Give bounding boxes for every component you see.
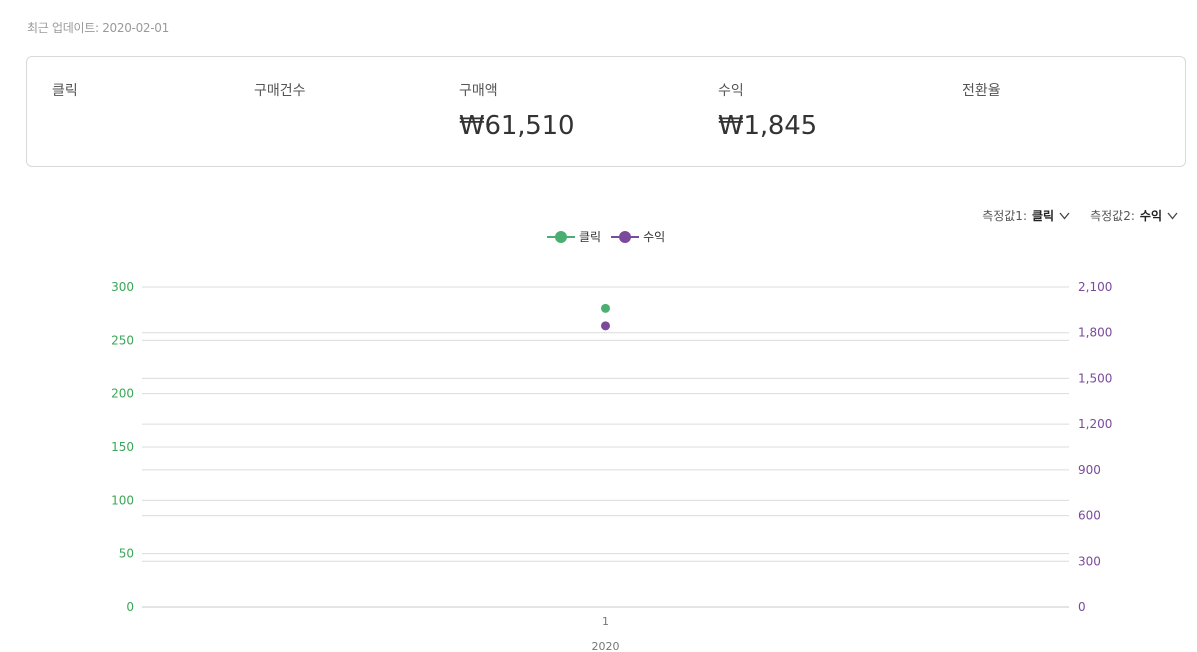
data-point-series1 [601, 303, 610, 313]
y-left-tick-label: 300 [111, 280, 134, 294]
metric-label: 구매건수 [254, 83, 306, 99]
y-right-tick-label: 300 [1078, 554, 1101, 568]
metric-label: 클릭 [52, 83, 78, 99]
y-left-tick-label: 100 [111, 493, 134, 507]
x-tick-label: 1 [602, 615, 609, 628]
legend-label-series1: 클릭 [579, 230, 602, 244]
measure-selectors: 측정값1: 클릭 측정값2: 수익 [982, 207, 1178, 224]
chevron-down-icon [1059, 209, 1070, 223]
data-point-series2 [601, 321, 610, 331]
x-group-label: 2020 [592, 640, 620, 652]
measure2-label: 측정값2: [1090, 209, 1135, 223]
chart-legend: 클릭 수익 [547, 228, 665, 245]
measure1-value: 클릭 [1032, 209, 1055, 223]
legend-item-series1[interactable]: 클릭 [547, 228, 601, 245]
y-right-tick-label: 600 [1078, 509, 1101, 523]
y-left-tick-label: 250 [111, 333, 134, 347]
metric-label: 전환율 [962, 83, 1001, 99]
measure2-dropdown[interactable]: 측정값2: 수익 [1090, 207, 1178, 224]
summary-panel: 클릭 구매건수 구매액 ₩61,510 수익 ₩1,845 전환율 [26, 56, 1186, 167]
y-right-tick-label: 1,500 [1078, 371, 1112, 385]
measure1-label: 측정값1: [982, 209, 1027, 223]
metric-value: ₩61,510 [459, 111, 575, 141]
y-left-tick-label: 0 [126, 600, 134, 614]
y-left-tick-label: 200 [111, 387, 134, 401]
legend-dot [619, 230, 632, 243]
legend-swatch-series2 [611, 229, 640, 245]
metric-label: 수익 [718, 83, 744, 99]
y-right-tick-label: 2,100 [1078, 280, 1112, 294]
y-right-tick-label: 1,800 [1078, 326, 1112, 340]
y-right-tick-label: 900 [1078, 463, 1101, 477]
legend-dot [555, 230, 567, 243]
legend-item-series2[interactable]: 수익 [611, 228, 665, 245]
legend-swatch-series1 [547, 229, 575, 245]
metric-label: 구매액 [459, 83, 498, 99]
dual-axis-chart: 0 50 100 150 200 250 300 0 300 600 900 1,200 1,500 1,… [111, 280, 1112, 652]
measure1-dropdown[interactable]: 측정값1: 클릭 [982, 207, 1070, 224]
y-right-tick-label: 0 [1078, 600, 1086, 614]
y-right-tick-label: 1,200 [1078, 417, 1112, 431]
measure2-value: 수익 [1139, 209, 1162, 223]
chevron-down-icon [1167, 209, 1178, 223]
legend-label-series2: 수익 [643, 230, 666, 244]
y-left-tick-label: 50 [119, 547, 134, 561]
metric-value: ₩1,845 [718, 111, 817, 141]
last-updated-text: 최근 업데이트: 2020-02-01 [27, 21, 169, 35]
y-left-tick-label: 150 [111, 440, 134, 454]
